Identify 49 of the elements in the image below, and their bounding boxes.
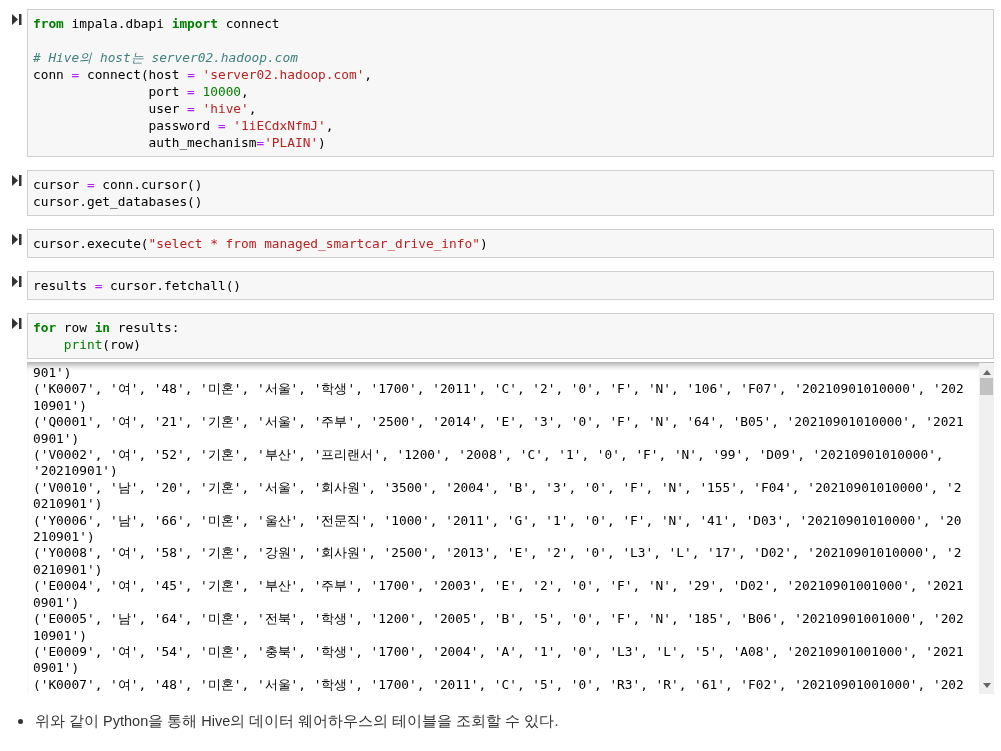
code-line: results = cursor.fetchall() xyxy=(33,277,242,294)
output-line: 0901') xyxy=(33,594,80,612)
code-cell[interactable]: from impala.dbapi import connect # Hive의 host는 server02.hadoop.com conn = connect(host = 'server02.hadoop.com', port = 10000, user = 'hive', password = '1iECdxNfmJ', auth_mechanism='PLAIN') xyxy=(27,9,994,157)
scroll-down-icon[interactable] xyxy=(982,683,991,688)
code-line: for row in results: xyxy=(33,319,180,336)
run-icon[interactable] xyxy=(12,276,22,287)
output-line: 0210901') xyxy=(33,561,103,579)
run-icon[interactable] xyxy=(12,14,22,25)
output-line: ('E0005', '남', '64', '미혼', '전북', '학생', '1200', '2005', 'B', '5', '0', 'F', 'N', '185', 'B06', '20210901001000', '202 xyxy=(33,611,964,628)
output-line: 10901') xyxy=(33,627,87,644)
code-line: user = 'hive', xyxy=(147,100,257,117)
output-line: ('K0007', '여', '48', '미혼', '서울', '학생', '1700', '2011', 'C', '5', '0', 'R3', 'R', '61', 'F02', '20210901001000', '202 xyxy=(33,676,964,694)
output-line: ('Y0008', '여', '58', '기혼', '강원', '회사원', '2500', '2013', 'E', '2', '0', 'L3', 'L', '17', 'D02', '20210901010000', '2 xyxy=(33,545,962,562)
output-line: ('V0010', '남', '20', '기혼', '서울', '회사원', '3500', '2004', 'B', '3', '0', 'F', 'N', '155', 'F04', '20210901010000', '2 xyxy=(33,479,962,497)
output-line: 0901') xyxy=(33,430,80,448)
code-line: conn = connect(host = 'server02.hadoop.com', xyxy=(33,66,373,83)
code-line: port = 10000, xyxy=(147,83,249,100)
output-line: ('V0002', '여', '52', '기혼', '부산', '프리랜서', '1200', '2008', 'C', '1', '0', 'F', 'N', '99', 'D09', '20210901010000', xyxy=(33,447,944,464)
code-cell[interactable]: cursor.execute("select * from managed_smartcar_drive_info") xyxy=(27,229,994,258)
output-line: ('E0004', '여', '45', '기혼', '부산', '주부', '1700', '2003', 'E', '2', '0', 'F', 'N', '29', 'D02', '20210901001000', '2021 xyxy=(33,578,964,595)
output-line: 210901') xyxy=(33,529,95,546)
output-line: 0901') xyxy=(33,660,80,677)
output-line: 10901') xyxy=(33,397,87,415)
run-icon[interactable] xyxy=(12,175,22,186)
scrollbar[interactable] xyxy=(979,363,994,694)
output-line: ('Q0001', '여', '21', '기혼', '서울', '주부', '2500', '2014', 'E', '3', '0', 'F', 'N', '64', 'B05', '20210901010000', '2021 xyxy=(33,414,964,431)
bullet-icon xyxy=(18,719,23,725)
output-line: ('K0007', '여', '48', '미혼', '서울', '학생', '1700', '2011', 'C', '2', '0', 'F', 'N', '106', 'F07', '20210901010000', '202 xyxy=(33,381,964,398)
note-text: 위와 같이 Python을 통해 Hive의 데이터 웨어하우스의 테이블을 조회할 수 있다. xyxy=(35,712,559,731)
scrollbar-thumb[interactable] xyxy=(980,378,993,395)
run-icon[interactable] xyxy=(12,318,22,329)
output-line: '20210901') xyxy=(33,463,118,480)
scroll-up-icon[interactable] xyxy=(982,370,991,375)
code-line: password = '1iECdxNfmJ', xyxy=(147,117,334,134)
output-line: ('Y0006', '남', '66', '미혼', '울산', '전문직', '1000', '2011', 'G', '1', '0', 'F', 'N', '41', 'D03', '20210901010000', '20 xyxy=(33,512,962,530)
code-line: cursor.execute("select * from managed_smartcar_drive_info") xyxy=(33,235,488,252)
code-line: from impala.dbapi import connect xyxy=(33,15,280,32)
code-line: print(row) xyxy=(62,336,141,353)
run-icon[interactable] xyxy=(12,234,22,245)
code-line: # Hive의 host는 server02.hadoop.com xyxy=(33,49,298,66)
code-cell[interactable]: for row in results: print(row) xyxy=(27,313,994,359)
output-line: 901') xyxy=(33,365,72,382)
code-line: cursor = conn.cursor() xyxy=(33,176,203,193)
code-line: cursor.get_databases() xyxy=(33,193,203,210)
code-cell[interactable]: results = cursor.fetchall() xyxy=(27,271,994,300)
code-line: auth_mechanism='PLAIN') xyxy=(147,134,326,151)
output-line: 0210901') xyxy=(33,496,103,513)
output-line: ('E0009', '여', '54', '미혼', '충북', '학생', '1700', '2004', 'A', '1', '0', 'L3', 'L', '5', 'A08', '20210901001000', '2021 xyxy=(33,643,964,661)
code-cell[interactable]: cursor = conn.cursor() cursor.get_databases() xyxy=(27,170,994,216)
